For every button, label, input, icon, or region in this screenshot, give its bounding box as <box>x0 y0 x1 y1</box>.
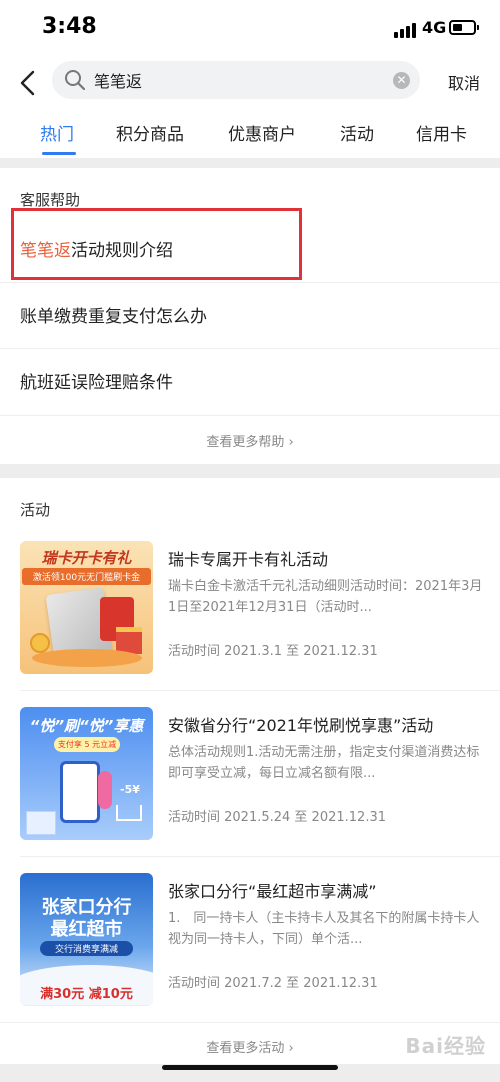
building-blocks <box>26 811 56 835</box>
header: ✕ 取消 热门 积分商品 优惠商户 活动 信用卡 <box>0 58 500 158</box>
activity-item[interactable]: “悦”刷“悦”享惠 支付享 5 元立减 -5¥ 安徽省分行“2021年悦刷悦享惠… <box>0 694 500 852</box>
person-figure <box>98 771 112 809</box>
help-item[interactable]: 航班延误险理赔条件 <box>0 348 500 414</box>
more-help-link[interactable]: 查看更多帮助 › <box>0 431 500 450</box>
watermark: Bai经验 <box>405 1034 486 1058</box>
battery-icon <box>449 20 479 35</box>
activities-section-title: 活动 <box>20 501 51 519</box>
clear-icon[interactable]: ✕ <box>393 72 410 89</box>
divider <box>20 856 500 857</box>
thumb-headline: “悦”刷“悦”享惠 <box>29 717 144 735</box>
coin-icon <box>30 633 50 653</box>
shopping-cart-icon <box>116 805 142 821</box>
phone-icon <box>60 761 100 823</box>
activity-thumbnail: “悦”刷“悦”享惠 支付享 5 元立减 -5¥ <box>20 707 153 840</box>
podium <box>32 649 142 667</box>
activity-title: 安徽省分行“2021年悦刷悦享惠”活动 <box>168 716 434 735</box>
help-item-label: 账单缴费重复支付怎么办 <box>20 307 207 327</box>
back-arrow-icon[interactable] <box>18 70 38 96</box>
activity-desc: 瑞卡白金卡激活千元礼活动细则活动时间：2021年3月1日至2021年12月31日… <box>168 579 483 615</box>
active-tab-indicator <box>42 152 76 155</box>
highlight-annotation-box <box>11 208 302 280</box>
thumb-offer: 满30元 减10元 <box>40 987 133 1002</box>
divider <box>20 690 500 691</box>
help-item-label: 航班延误险理赔条件 <box>20 373 173 393</box>
help-item[interactable]: 账单缴费重复支付怎么办 <box>0 282 500 348</box>
activity-desc: 总体活动规则1.活动无需注册，指定支付渠道消费达标即可享受立减，每日立减名额有限… <box>168 745 480 781</box>
activity-time: 活动时间 2021.5.24 至 2021.12.31 <box>168 810 386 825</box>
signal-icon <box>394 22 418 38</box>
home-indicator[interactable] <box>162 1065 338 1070</box>
tab-credit-card[interactable]: 信用卡 <box>416 120 467 145</box>
discount-badge: -5¥ <box>120 783 140 796</box>
activity-thumbnail: 瑞卡开卡有礼 激活领100元无门槛刷卡金 <box>20 541 153 674</box>
tab-merchants[interactable]: 优惠商户 <box>228 120 296 145</box>
activities-section: 活动 瑞卡开卡有礼 激活领100元无门槛刷卡金 瑞卡专属开卡有礼活动 瑞卡白金卡… <box>0 478 500 1064</box>
thumb-headline-2: 最红超市 <box>50 919 123 940</box>
activity-time: 活动时间 2021.3.1 至 2021.12.31 <box>168 644 378 659</box>
status-time: 3:48 <box>42 14 97 39</box>
network-label: 4G <box>422 18 447 37</box>
search-box[interactable]: ✕ <box>52 61 420 99</box>
thumb-subline: 支付享 5 元立减 <box>54 737 120 752</box>
search-input[interactable] <box>94 70 354 89</box>
cancel-button[interactable]: 取消 <box>448 70 480 94</box>
help-section-title: 客服帮助 <box>20 191 81 209</box>
thumb-subline: 激活领100元无门槛刷卡金 <box>22 568 151 585</box>
activity-item[interactable]: 张家口分行 最红超市 交行消费享满减 满30元 减10元 张家口分行“最红超市享… <box>0 860 500 1018</box>
divider <box>0 1022 500 1023</box>
thumb-subline: 交行消费享满减 <box>40 941 133 956</box>
activity-title: 张家口分行“最红超市享满减” <box>168 882 377 901</box>
search-icon <box>64 69 86 91</box>
activity-item[interactable]: 瑞卡开卡有礼 激活领100元无门槛刷卡金 瑞卡专属开卡有礼活动 瑞卡白金卡激活千… <box>0 528 500 686</box>
tab-activities[interactable]: 活动 <box>340 120 374 145</box>
tab-hot[interactable]: 热门 <box>40 120 74 145</box>
tab-points-goods[interactable]: 积分商品 <box>116 120 184 145</box>
activity-title: 瑞卡专属开卡有礼活动 <box>168 550 329 569</box>
divider <box>0 415 500 416</box>
activity-thumbnail: 张家口分行 最红超市 交行消费享满减 满30元 减10元 <box>20 873 153 1006</box>
thumb-headline: 瑞卡开卡有礼 <box>41 549 132 567</box>
activity-time: 活动时间 2021.7.2 至 2021.12.31 <box>168 976 378 991</box>
tab-bar: 热门 积分商品 优惠商户 活动 信用卡 <box>0 118 500 158</box>
status-bar: 3:48 4G <box>0 0 500 58</box>
activity-desc: 1. 同一持卡人（主卡持卡人及其名下的附属卡持卡人视为同一持卡人，下同）单个活.… <box>168 911 480 947</box>
